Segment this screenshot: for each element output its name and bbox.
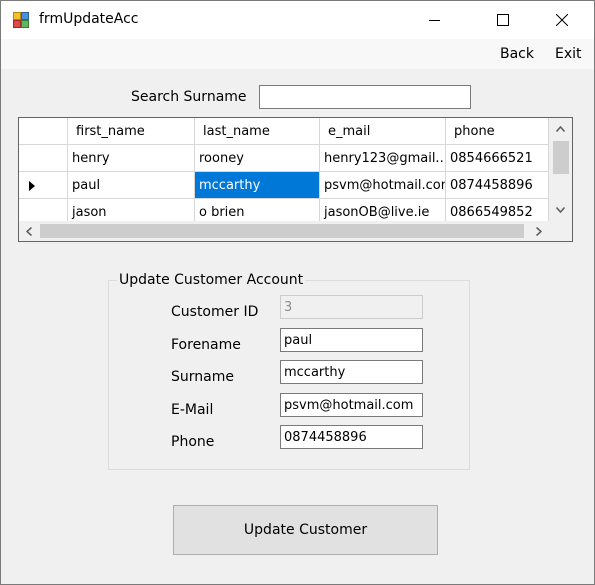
cell-e-mail[interactable]: jasonOB@live.ie xyxy=(320,199,446,221)
form-window: frmUpdateAcc Back Exit Search Surname fi… xyxy=(0,0,595,585)
cell-e-mail[interactable]: psvm@hotmail.com xyxy=(320,172,446,199)
customer-id-field xyxy=(280,295,423,319)
column-header-last-name[interactable]: last_name xyxy=(195,118,320,145)
cell-phone[interactable]: 0866549852 xyxy=(446,199,549,221)
column-header-phone[interactable]: phone xyxy=(446,118,549,145)
current-row-arrow-icon xyxy=(29,181,35,191)
cell-e-mail[interactable]: henry123@gmail.... xyxy=(320,145,446,172)
cell-first-name[interactable]: jason xyxy=(68,199,195,221)
search-surname-input[interactable] xyxy=(259,85,471,109)
minimize-button[interactable] xyxy=(412,1,458,39)
customer-id-label: Customer ID xyxy=(171,304,259,320)
cell-last-name-selected[interactable]: mccarthy xyxy=(195,172,320,199)
scroll-down-button[interactable] xyxy=(549,199,572,221)
email-label: E-Mail xyxy=(171,402,214,418)
maximize-icon xyxy=(497,14,509,26)
close-icon xyxy=(556,14,568,26)
chevron-up-icon xyxy=(556,126,565,132)
row-header-current[interactable] xyxy=(19,172,68,199)
menu-bar: Back Exit xyxy=(1,39,594,69)
vertical-scroll-thumb[interactable] xyxy=(553,141,569,174)
grid-corner-header[interactable] xyxy=(19,118,68,145)
forename-field[interactable] xyxy=(280,328,423,352)
row-header[interactable] xyxy=(19,145,68,172)
chevron-left-icon xyxy=(26,226,32,236)
row-header[interactable] xyxy=(19,199,68,221)
scroll-up-button[interactable] xyxy=(549,118,572,140)
scroll-right-button[interactable] xyxy=(529,221,549,241)
chevron-right-icon xyxy=(536,226,542,236)
menu-exit[interactable]: Exit xyxy=(555,46,582,62)
cell-last-name[interactable]: o brien xyxy=(195,199,320,221)
column-header-first-name[interactable]: first_name xyxy=(68,118,195,145)
update-customer-button[interactable]: Update Customer xyxy=(173,505,438,555)
customer-grid[interactable]: first_name last_name e_mail phone henry … xyxy=(18,117,573,242)
horizontal-scroll-thumb[interactable] xyxy=(40,224,524,238)
cell-phone[interactable]: 0874458896 xyxy=(446,172,549,199)
cell-first-name[interactable]: henry xyxy=(68,145,195,172)
email-field[interactable] xyxy=(280,393,423,417)
cell-last-name[interactable]: rooney xyxy=(195,145,320,172)
cell-phone[interactable]: 0854666521 xyxy=(446,145,549,172)
surname-label: Surname xyxy=(171,369,234,385)
forename-label: Forename xyxy=(171,337,241,353)
minimize-icon xyxy=(429,20,440,21)
phone-field[interactable] xyxy=(280,425,423,449)
window-title: frmUpdateAcc xyxy=(39,11,139,27)
form-icon xyxy=(13,12,29,28)
horizontal-scrollbar[interactable] xyxy=(19,221,572,241)
maximize-button[interactable] xyxy=(480,1,526,39)
vertical-scrollbar[interactable] xyxy=(549,118,572,221)
title-bar[interactable]: frmUpdateAcc xyxy=(1,1,594,39)
scroll-left-button[interactable] xyxy=(19,221,39,241)
search-surname-label: Search Surname xyxy=(131,89,247,105)
menu-back[interactable]: Back xyxy=(500,46,534,62)
phone-label: Phone xyxy=(171,434,215,450)
chevron-down-icon xyxy=(556,207,565,213)
column-header-e-mail[interactable]: e_mail xyxy=(320,118,446,145)
surname-field[interactable] xyxy=(280,360,423,384)
close-button[interactable] xyxy=(539,1,585,39)
update-account-group-title: Update Customer Account xyxy=(117,272,306,288)
cell-first-name[interactable]: paul xyxy=(68,172,195,199)
grid-body: first_name last_name e_mail phone henry … xyxy=(19,118,549,221)
